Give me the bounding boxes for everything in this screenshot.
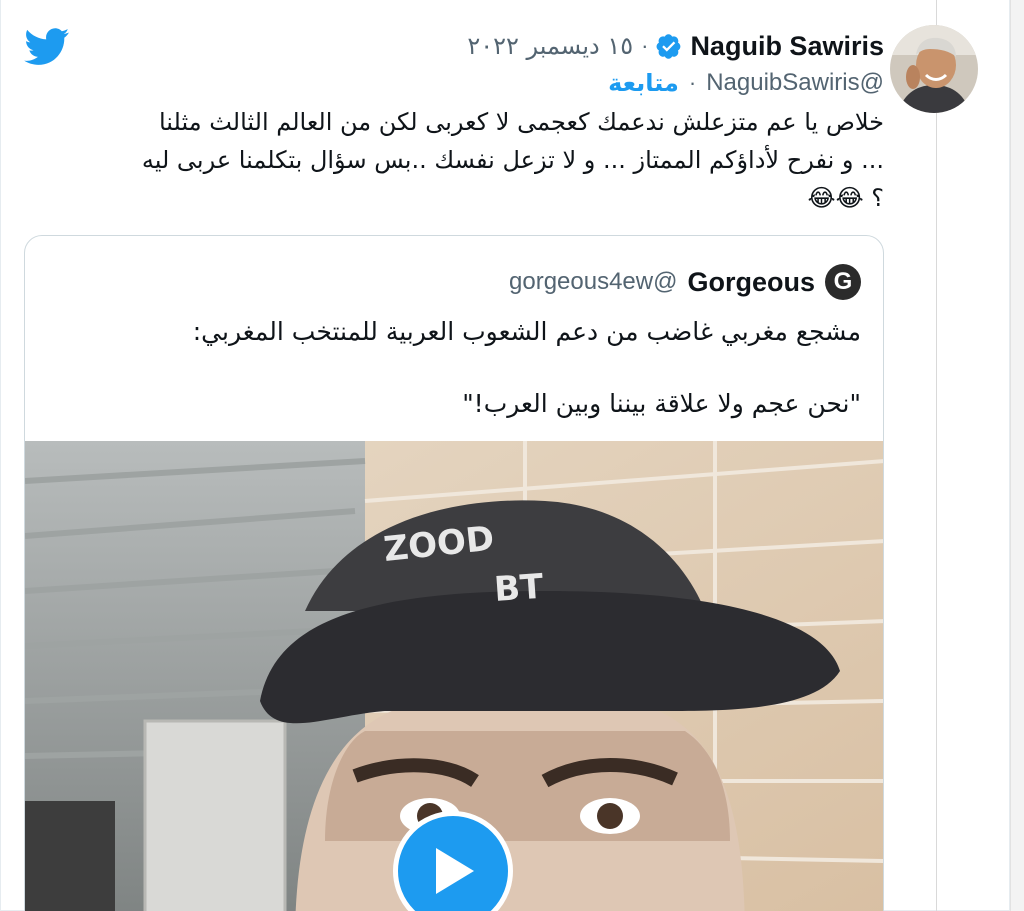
page-scrollbar[interactable] (1010, 0, 1024, 911)
svg-text:BT: BT (493, 567, 546, 610)
verified-badge-icon (656, 34, 681, 59)
tweet-text-line: ... و نفرح لأداؤكم الممتاز ... و لا تزعل… (141, 146, 884, 174)
video-thumbnail[interactable]: ZOOD BT (25, 441, 883, 911)
quoted-author-avatar: G (825, 264, 861, 300)
tweet-date[interactable]: ١٥ ديسمبر ٢٠٢٢ (467, 32, 633, 60)
separator-dot: · (688, 70, 697, 95)
author-avatar[interactable] (890, 25, 978, 113)
play-icon (436, 848, 474, 894)
quoted-author-name: Gorgeous (687, 266, 815, 297)
handle-row: @NaguibSawiris · متابعة (608, 66, 884, 100)
quoted-author-handle: @gorgeous4ew (509, 268, 678, 295)
author-row: Naguib Sawiris · ١٥ ديسمبر ٢٠٢٢ (467, 28, 884, 64)
embed-edge-divider (936, 0, 937, 911)
twitter-bird-icon[interactable] (24, 28, 70, 66)
tweet-text-line: ؟ 😂😂 (807, 184, 884, 212)
quoted-tweet-text: مشجع مغربي غاضب من دعم الشعوب العربية لل… (41, 314, 861, 422)
quoted-text-line: مشجع مغربي غاضب من دعم الشعوب العربية لل… (192, 317, 861, 346)
quoted-text-line: "نحن عجم ولا علاقة بيننا وبين العرب!" (462, 389, 861, 418)
tweet-text: خلاص يا عم متزعلش ندعمك كعجمى لا كعربى ل… (24, 103, 884, 217)
tweet-text-line: خلاص يا عم متزعلش ندعمك كعجمى لا كعربى ل… (158, 108, 884, 136)
author-name[interactable]: Naguib Sawiris (690, 31, 884, 62)
author-handle[interactable]: @NaguibSawiris (706, 69, 884, 97)
separator-dot: · (641, 33, 649, 58)
follow-button[interactable]: متابعة (608, 69, 679, 97)
quoted-tweet-card[interactable]: G Gorgeous @gorgeous4ew مشجع مغربي غاضب … (24, 235, 884, 911)
quoted-author-row: G Gorgeous @gorgeous4ew (509, 264, 861, 300)
